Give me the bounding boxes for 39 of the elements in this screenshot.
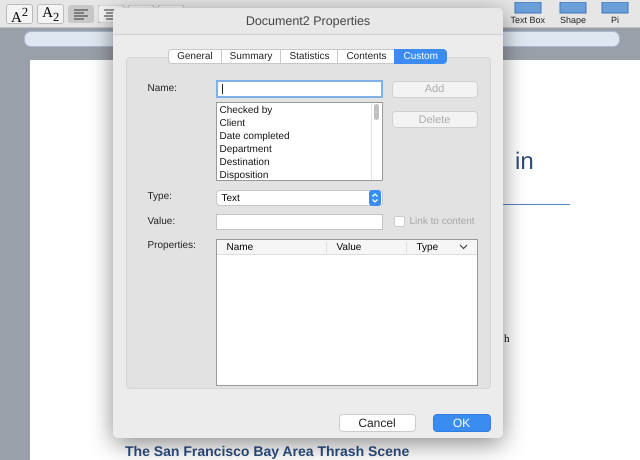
field-label: Type: xyxy=(148,190,173,204)
format-button[interactable]: A$_{2}$ xyxy=(37,4,64,24)
window-title: Document2 Properties xyxy=(113,8,503,35)
insert-icon xyxy=(559,2,587,14)
align-left-icon[interactable] xyxy=(68,4,94,22)
format-button[interactable]: A$^{2}$ xyxy=(6,4,34,24)
heading-text: in xyxy=(515,148,535,176)
name-list[interactable]: Checked by Client Date completed Department Destination Disposition xyxy=(216,102,382,181)
type-select[interactable]: Text xyxy=(216,190,382,206)
insert-icon xyxy=(601,2,629,14)
list-item[interactable]: Checked by xyxy=(220,104,368,117)
body-text: h xyxy=(504,333,510,345)
field-label: Properties: xyxy=(148,239,197,253)
insert-button[interactable]: Shape xyxy=(560,15,586,25)
stepper-icon[interactable] xyxy=(368,190,380,206)
list-item[interactable]: Destination xyxy=(220,156,368,169)
dialog-button[interactable]: Cancel xyxy=(338,414,416,432)
tab[interactable]: General xyxy=(168,49,222,64)
tab[interactable]: Contents xyxy=(337,49,396,64)
checkbox-label: Link to content xyxy=(410,216,475,227)
name-field[interactable] xyxy=(216,80,382,98)
subheading-text: The San Francisco Bay Area Thrash Scene xyxy=(125,443,410,459)
field-label: Value: xyxy=(148,215,176,229)
list-item[interactable]: Date completed xyxy=(220,130,368,143)
chevron-down-icon[interactable] xyxy=(458,244,468,250)
insert-button[interactable]: Pi xyxy=(610,15,619,25)
tab[interactable]: Summary xyxy=(220,49,282,64)
list-item[interactable]: Disposition xyxy=(220,169,368,182)
value-field[interactable] xyxy=(216,214,382,230)
list-item[interactable]: Client xyxy=(220,117,368,130)
column-header[interactable]: Name xyxy=(216,242,326,252)
list-item[interactable]: Department xyxy=(220,143,368,156)
column-header[interactable]: Value xyxy=(326,242,406,252)
column-header[interactable]: Type xyxy=(406,242,456,252)
insert-icon xyxy=(514,2,542,14)
scrollbar[interactable] xyxy=(370,103,382,180)
field-label: Name: xyxy=(148,82,178,96)
tab[interactable]: Statistics xyxy=(280,49,338,64)
insert-button[interactable]: Text Box xyxy=(510,15,545,25)
